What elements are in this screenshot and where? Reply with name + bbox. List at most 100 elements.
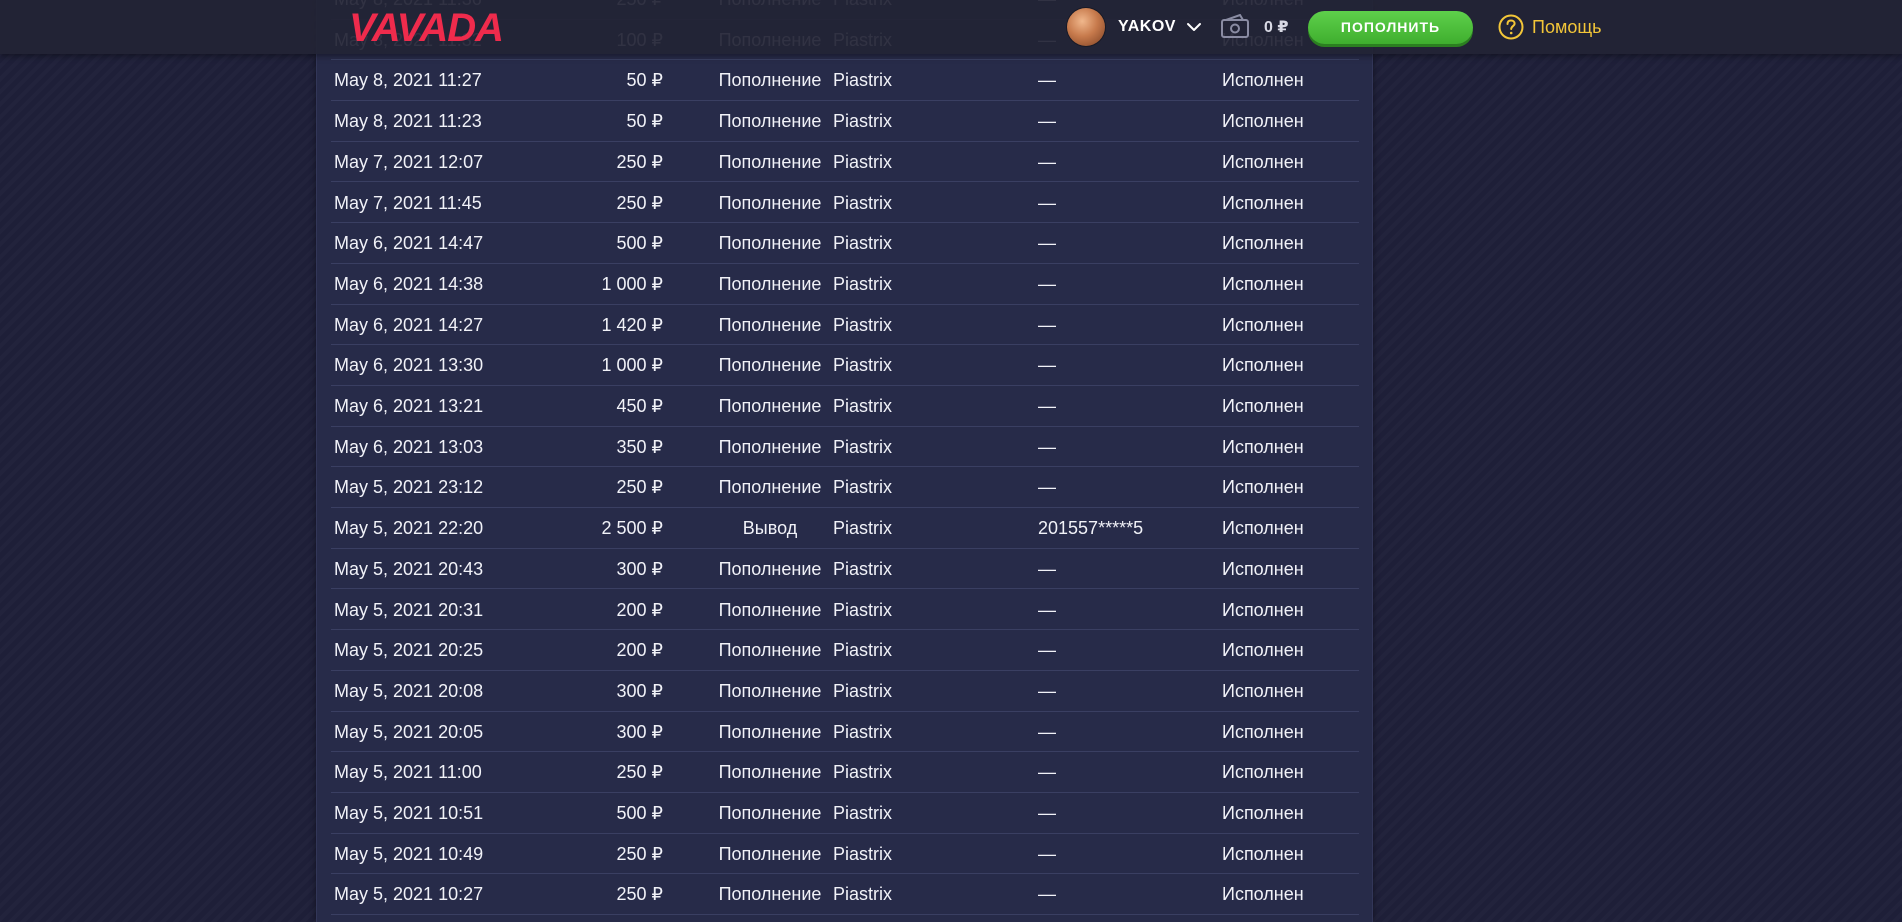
table-row: May 5, 2021 23:12 250 ₽ Пополнение Piastrix… — [331, 467, 1359, 509]
wallet-number: — — [1038, 558, 1056, 579]
transaction-date: May 6, 2021 13:21 — [334, 396, 484, 416]
payment-system: Piastrix — [833, 477, 893, 498]
transaction-type: Пополнение — [718, 192, 822, 213]
payment-system: Piastrix — [833, 762, 893, 783]
transaction-status: Исполнен — [1222, 111, 1304, 132]
transaction-date: May 6, 2021 13:30 — [334, 355, 484, 376]
transaction-type: Пополнение — [718, 558, 822, 579]
transaction-status: Исполнен — [1222, 721, 1304, 742]
transaction-type: Пополнение — [718, 273, 822, 294]
transaction-amount: 1 420 ₽ — [601, 314, 664, 335]
table-row: May 6, 2021 14:38 1 000 ₽ Пополнение Piastr… — [331, 264, 1359, 305]
transaction-status: Исполнен — [1222, 843, 1304, 864]
wallet-number: — — [1038, 233, 1056, 254]
transaction-date: May 5, 2021 20:31 — [334, 599, 484, 620]
table-row: May 5, 2021 10:49 250 ₽ Пополнение Piastrix… — [331, 834, 1359, 875]
chevron-down-icon[interactable] — [1186, 21, 1202, 33]
transaction-date: May 5, 2021 20:43 — [334, 558, 484, 579]
transaction-status: Исполнен — [1222, 192, 1304, 213]
balance-value: 0 ₽ — [1264, 19, 1289, 36]
transaction-amount: 200 ₽ — [616, 599, 664, 620]
transaction-date: May 5, 2021 10:51 — [334, 803, 484, 823]
table-row: May 7, 2021 12:07 250 ₽ Пополнение Piastrix… — [331, 142, 1359, 183]
transaction-amount: 250 ₽ — [616, 884, 664, 905]
wallet-number: — — [1038, 192, 1056, 213]
wallet-number: — — [1038, 599, 1056, 620]
payment-system: Piastrix — [833, 111, 893, 132]
payment-system: Piastrix — [833, 70, 893, 91]
question-circle-icon — [1498, 14, 1524, 40]
payment-system: Piastrix — [833, 680, 893, 701]
transaction-amount: 250 ₽ — [616, 843, 664, 864]
payment-system: Piastrix — [833, 396, 893, 416]
transaction-amount: 300 ₽ — [616, 558, 664, 579]
transaction-status: Исполнен — [1222, 803, 1304, 823]
transaction-status: Исполнен — [1222, 314, 1304, 335]
table-row: May 5, 2021 20:05 300 ₽ Пополнение Piastrix… — [331, 712, 1359, 753]
table-row: May 8, 2021 11:27 50 ₽ Пополнение Piastrix —… — [331, 60, 1359, 102]
table-row: May 5, 2021 20:08 300 ₽ Пополнение Piastrix… — [331, 671, 1359, 712]
transaction-type: Пополнение — [718, 111, 822, 132]
wallet-number: — — [1038, 762, 1056, 783]
transaction-date: May 6, 2021 14:47 — [334, 233, 484, 254]
transaction-status: Исполнен — [1222, 884, 1304, 905]
wallet-number: — — [1038, 680, 1056, 701]
transaction-amount: 500 ₽ — [616, 233, 664, 254]
transaction-date: May 5, 2021 10:49 — [334, 843, 484, 864]
table-row: May 8, 2021 11:23 50 ₽ Пополнение Piastrix —… — [331, 101, 1359, 142]
payment-system: Piastrix — [833, 273, 893, 294]
transaction-type: Пополнение — [718, 233, 822, 254]
help-label: Помощь — [1532, 16, 1602, 37]
transaction-date: May 7, 2021 11:45 — [334, 192, 482, 213]
payment-system: Piastrix — [833, 151, 893, 172]
transaction-amount: 50 ₽ — [626, 111, 663, 132]
transaction-type: Пополнение — [718, 721, 822, 742]
table-row: May 5, 2021 22:20 2 500 ₽ Вывод Piastrix 201… — [331, 508, 1359, 549]
vavada-logo[interactable]: VAVADA — [315, 9, 537, 45]
wallet-icon — [1221, 14, 1249, 38]
transaction-type: Пополнение — [718, 599, 822, 620]
transaction-amount: 300 ₽ — [616, 680, 664, 701]
table-row: May 6, 2021 14:27 1 420 ₽ Пополнение Piastr… — [331, 305, 1359, 346]
table-row: May 7, 2021 11:45 250 ₽ Пополнение Piastrix… — [331, 183, 1359, 224]
payment-system: Piastrix — [833, 558, 893, 579]
table-row: May 5, 2021 10:51 500 ₽ Пополнение Piastrix… — [331, 793, 1359, 834]
wallet-number: — — [1038, 843, 1056, 864]
deposit-button[interactable]: ПОПОЛНИТЬ — [1308, 11, 1473, 44]
payment-system: Piastrix — [833, 436, 893, 457]
transaction-amount: 50 ₽ — [626, 70, 663, 91]
transaction-type: Пополнение — [718, 843, 822, 864]
transaction-amount: 450 ₽ — [616, 396, 664, 416]
help-link[interactable]: Помощь — [1498, 13, 1602, 41]
wallet-number: — — [1038, 721, 1056, 742]
avatar[interactable] — [1067, 8, 1105, 46]
transaction-type: Пополнение — [718, 70, 822, 91]
payment-system: Piastrix — [833, 843, 893, 864]
transaction-amount: 350 ₽ — [616, 436, 664, 457]
transaction-date: May 6, 2021 14:27 — [334, 314, 484, 335]
transaction-type: Пополнение — [718, 477, 822, 498]
table-row: May 6, 2021 13:21 450 ₽ Пополнение Piastrix… — [331, 386, 1359, 427]
wallet-number: — — [1038, 884, 1056, 905]
transaction-type: Пополнение — [718, 884, 822, 905]
wallet-number: — — [1038, 396, 1056, 416]
transaction-type: Пополнение — [718, 640, 822, 661]
wallet-number: — — [1038, 477, 1056, 498]
wallet-number: — — [1038, 355, 1056, 376]
transaction-type: Пополнение — [718, 355, 822, 376]
table-row: May 5, 2021 20:31 200 ₽ Пополнение Piastrix… — [331, 590, 1359, 631]
svg-text:VAVADA: VAVADA — [349, 9, 503, 45]
transaction-date: May 5, 2021 20:25 — [334, 640, 484, 661]
transaction-amount: 250 ₽ — [616, 151, 664, 172]
payment-system: Piastrix — [833, 884, 893, 905]
transaction-amount: 300 ₽ — [616, 721, 664, 742]
wallet-number: — — [1038, 70, 1056, 91]
transaction-date: May 8, 2021 11:23 — [334, 111, 482, 132]
transaction-amount: 250 ₽ — [616, 477, 664, 498]
transaction-status: Исполнен — [1222, 640, 1304, 661]
user-menu[interactable]: YAKOV — [1067, 8, 1202, 46]
transaction-status: Исполнен — [1222, 233, 1304, 254]
top-header: VAVADA YAKOV 0 ₽ ПОПОЛНИТЬ Помощь — [0, 0, 1902, 54]
transaction-type: Пополнение — [718, 151, 822, 172]
transaction-status: Исполнен — [1222, 762, 1304, 783]
